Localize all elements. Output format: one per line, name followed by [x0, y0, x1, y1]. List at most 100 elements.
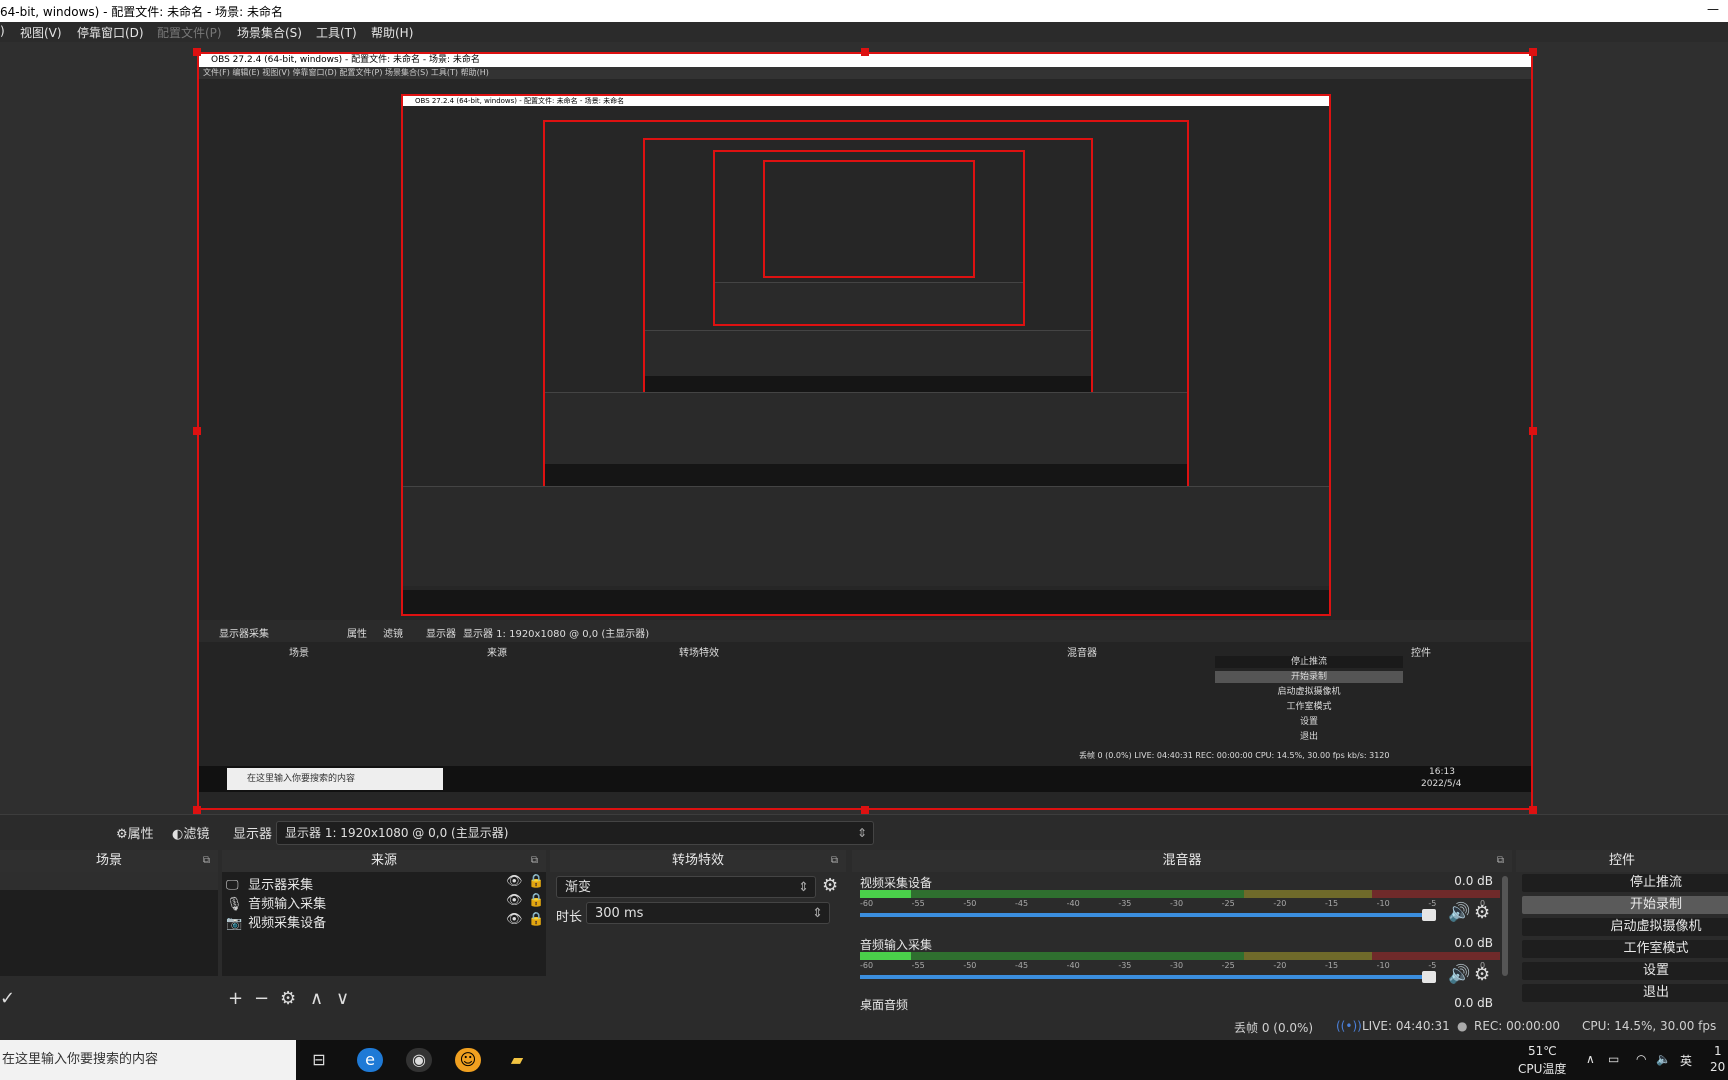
source-item[interactable]: 🖵 显示器采集 👁 🔒 [226, 874, 544, 893]
stop-streaming-button[interactable]: 停止推流 [1522, 874, 1728, 892]
mixer-scrollbar[interactable] [1502, 876, 1508, 976]
speaker-icon[interactable]: 🔊 [1448, 964, 1470, 985]
source-item[interactable]: 📷 视频采集设备 👁 🔒 [226, 912, 544, 931]
lock-icon[interactable]: 🔒 [528, 893, 544, 908]
menu-help[interactable]: 帮助(H) [371, 24, 413, 41]
nested-status: 丢帧 0 (0.0%) LIVE: 04:40:31 REC: 00:00:00… [1079, 751, 1390, 760]
start-recording-button[interactable]: 开始录制 [1522, 896, 1728, 914]
sources-list[interactable]: 🖵 显示器采集 👁 🔒 🎙 音频输入采集 👁 🔒 📷 视频采集设备 👁 🔒 [222, 872, 546, 976]
meter-scale-tick: -55 [911, 961, 925, 970]
channel-db: 0.0 dB [1454, 936, 1493, 950]
nested-menu-bar: 文件(F) 编辑(E) 视图(V) 停靠窗口(D) 配置文件(P) 场景集合(S… [199, 67, 1531, 79]
resize-handle-r[interactable] [1529, 427, 1537, 435]
ime-indicator[interactable]: 英 [1680, 1052, 1692, 1069]
source-label: 显示器采集 [248, 878, 314, 893]
volume-slider[interactable] [860, 909, 1436, 921]
move-up-button[interactable]: ∧ [310, 988, 323, 1009]
resize-handle-l[interactable] [193, 427, 201, 435]
preview-canvas[interactable]: OBS 27.2.4 (64-bit, windows) - 配置文件: 未命名… [0, 42, 1728, 814]
menu-view[interactable]: 视图(V) [20, 24, 62, 41]
start-virtual-camera-button[interactable]: 启动虚拟摄像机 [1522, 918, 1728, 936]
menu-profile[interactable]: 配置文件(P) [157, 24, 222, 41]
channel-gear-icon[interactable]: ⚙ [1474, 964, 1490, 985]
source-settings-gear-icon[interactable]: ⚙ [280, 988, 296, 1009]
transition-type-select[interactable]: 渐变 ⇕ [556, 876, 816, 898]
gear-icon: ⚙ [116, 827, 128, 842]
add-source-button[interactable]: + [228, 988, 243, 1009]
taskbar-search-box[interactable]: 在这里输入你要搜索的内容 [0, 1040, 296, 1080]
obs-app-icon[interactable]: ◉ [406, 1048, 432, 1072]
nested-taskbar-3 [545, 464, 1187, 486]
nested-docks-3 [545, 392, 1187, 468]
cpu-temperature: 51℃ [1528, 1044, 1557, 1058]
volume-slider[interactable] [860, 971, 1436, 983]
lock-icon[interactable]: 🔒 [528, 912, 544, 927]
visibility-eye-icon[interactable]: 👁 [506, 893, 523, 908]
resize-handle-t[interactable] [861, 48, 869, 56]
nested-display-label: 显示器 [426, 629, 456, 640]
studio-mode-button[interactable]: 工作室模式 [1522, 940, 1728, 958]
live-time: LIVE: 04:40:31 [1362, 1019, 1450, 1033]
channel-gear-icon[interactable]: ⚙ [1474, 902, 1490, 923]
tray-chevron-up-icon[interactable]: ∧ [1586, 1052, 1595, 1066]
scenes-toolbar: ✓ [0, 984, 218, 1012]
nested-dock-controls: 控件 [1411, 648, 1431, 659]
filters-button[interactable]: ◐滤镜 [172, 823, 209, 842]
undock-icon[interactable]: ⧉ [203, 850, 210, 872]
meter-scale-tick: -15 [1325, 899, 1339, 908]
edge-browser-icon[interactable]: e [357, 1048, 383, 1072]
resize-handle-bl[interactable] [193, 806, 201, 814]
scene-item-selected[interactable] [0, 872, 218, 890]
transition-gear-icon[interactable]: ⚙ [822, 875, 838, 896]
properties-label: 属性 [127, 827, 154, 842]
task-view-icon[interactable]: ⊟ [306, 1048, 332, 1072]
file-explorer-icon[interactable]: ▰ [504, 1048, 530, 1072]
menu-docks[interactable]: 停靠窗口(D) [77, 24, 144, 41]
clock-time[interactable]: 1 [1714, 1044, 1722, 1058]
properties-button[interactable]: ⚙属性 [116, 823, 154, 842]
resize-handle-tl[interactable] [193, 48, 201, 56]
move-down-button[interactable]: ∨ [336, 988, 349, 1009]
volume-slider-handle[interactable] [1422, 909, 1436, 921]
channel-name: 桌面音频 [860, 998, 909, 1012]
speaker-icon[interactable]: 🔊 [1448, 902, 1470, 923]
meter-scale-tick: -45 [1015, 961, 1029, 970]
menu-scene-collection[interactable]: 场景集合(S) [237, 24, 302, 41]
network-icon[interactable]: ◠ [1636, 1052, 1646, 1066]
display-select[interactable]: 显示器 1: 1920x1080 @ 0,0 (主显示器) ⇕ [276, 821, 874, 845]
scene-check-icon[interactable]: ✓ [0, 988, 15, 1009]
volume-slider-handle[interactable] [1422, 971, 1436, 983]
rec-time: REC: 00:00:00 [1474, 1019, 1561, 1033]
qq-app-icon[interactable]: ☺ [455, 1048, 481, 1072]
duration-input[interactable]: 300 ms ⇕ [586, 902, 830, 924]
meter-scale-tick: -30 [1170, 899, 1184, 908]
nested-docks: 场景 来源 转场特效 混音器 控件 停止推流 开始录制 启动虚拟摄像机 工作室模… [199, 642, 1531, 766]
scenes-list[interactable] [0, 872, 218, 976]
resize-handle-br[interactable] [1529, 806, 1537, 814]
scenes-dock-title: 场景 [95, 853, 122, 868]
minimize-button[interactable]: — [1698, 0, 1728, 22]
undock-icon[interactable]: ⧉ [531, 850, 538, 872]
mixer-dock-title: 混音器 [1162, 853, 1202, 868]
spinner-icon[interactable]: ⇕ [812, 903, 823, 925]
remove-source-button[interactable]: − [254, 988, 269, 1009]
visibility-eye-icon[interactable]: 👁 [506, 874, 523, 889]
resize-handle-b[interactable] [861, 806, 869, 814]
resize-handle-tr[interactable] [1529, 48, 1537, 56]
menu-tools[interactable]: 工具(T) [316, 24, 357, 41]
undock-icon[interactable]: ⧉ [1497, 850, 1504, 872]
battery-icon[interactable]: ▭ [1608, 1052, 1619, 1066]
clock-date[interactable]: 20 [1710, 1060, 1725, 1074]
menu-edit[interactable]: ) [0, 24, 5, 38]
status-bar: 丢帧 0 (0.0%) ((•)) LIVE: 04:40:31 ● REC: … [0, 1012, 1728, 1040]
settings-button[interactable]: 设置 [1522, 962, 1728, 980]
source-item[interactable]: 🎙 音频输入采集 👁 🔒 [226, 893, 544, 912]
exit-button[interactable]: 退出 [1522, 984, 1728, 1002]
meter-scale-tick: -5 [1428, 899, 1437, 908]
mixer-dock-header: 混音器 ⧉ [852, 850, 1512, 872]
volume-icon[interactable]: 🔈 [1656, 1052, 1671, 1066]
undock-icon[interactable]: ⧉ [831, 850, 838, 872]
visibility-eye-icon[interactable]: 👁 [506, 912, 523, 927]
record-dot-icon: ● [1457, 1019, 1468, 1033]
lock-icon[interactable]: 🔒 [528, 874, 544, 889]
